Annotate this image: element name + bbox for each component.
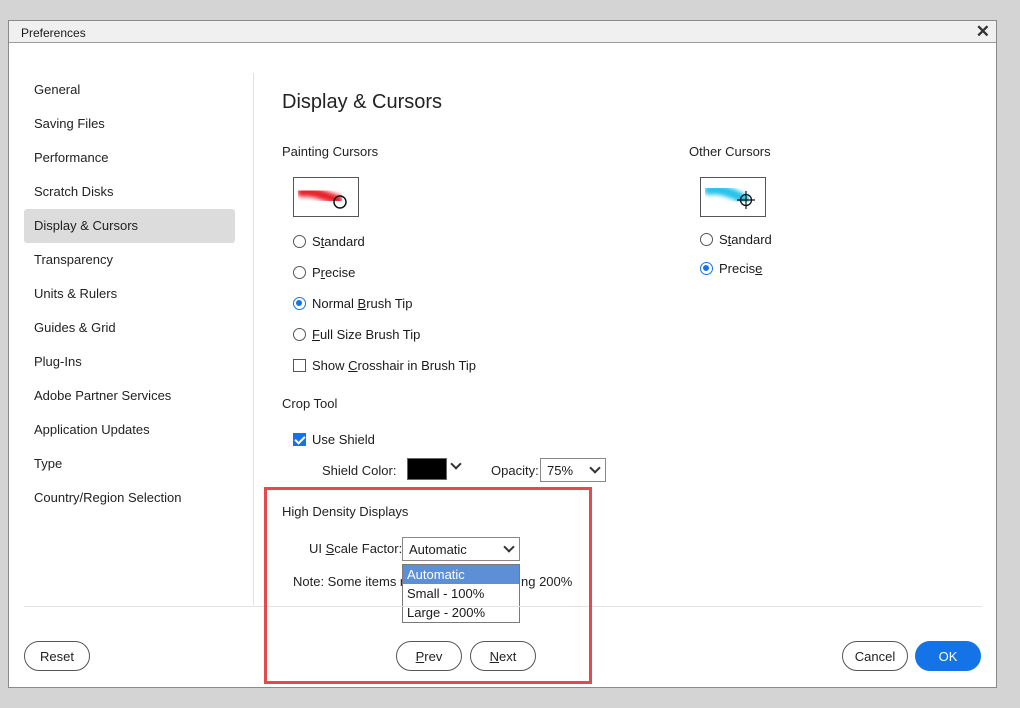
radio-button[interactable] (293, 234, 306, 248)
sidebar-item-saving-files[interactable]: Saving Files (24, 107, 235, 141)
painting-cursor-preview (293, 177, 359, 217)
title-bar: Preferences ✕ (9, 21, 996, 43)
option-label: Precise (312, 264, 356, 280)
shield-color-label: Shield Color: (322, 463, 397, 478)
radio-button-selected[interactable] (293, 296, 306, 310)
radio-button[interactable] (293, 327, 306, 341)
brush-stroke-icon (297, 186, 347, 209)
sidebar-divider (253, 73, 254, 605)
painting-cursors-label: Painting Cursors (282, 144, 379, 159)
option-label: Standard (719, 231, 772, 247)
sidebar-item-guides-grid[interactable]: Guides & Grid (24, 311, 235, 345)
sidebar-nav: General Saving Files Performance Scratch… (24, 73, 235, 515)
other-precise-option[interactable]: Precise (700, 258, 762, 278)
sidebar-item-display-cursors[interactable]: Display & Cursors (24, 209, 235, 243)
option-label: Use Shield (312, 431, 375, 447)
ok-button[interactable]: OK (915, 641, 981, 671)
sidebar-item-transparency[interactable]: Transparency (24, 243, 235, 277)
checkbox-checked[interactable] (293, 432, 306, 446)
sidebar-item-country-region[interactable]: Country/Region Selection (24, 481, 235, 515)
option-label: Standard (312, 233, 365, 249)
radio-button[interactable] (700, 232, 713, 246)
chevron-down-icon[interactable] (450, 458, 462, 470)
sidebar-item-type[interactable]: Type (24, 447, 235, 481)
chevron-down-icon (589, 462, 601, 474)
show-crosshair-option[interactable]: Show Crosshair in Brush Tip (293, 355, 476, 375)
crosshair-stroke-icon (704, 184, 755, 209)
radio-button-selected[interactable] (700, 261, 713, 275)
other-standard-option[interactable]: Standard (700, 229, 772, 249)
use-shield-option[interactable]: Use Shield (293, 429, 375, 449)
sidebar-item-application-updates[interactable]: Application Updates (24, 413, 235, 447)
option-label: Full Size Brush Tip (312, 326, 421, 342)
opacity-select[interactable]: 75% (540, 458, 606, 482)
sidebar-item-performance[interactable]: Performance (24, 141, 235, 175)
highlight-box (264, 487, 592, 684)
painting-normal-brush-tip-option[interactable]: Normal Brush Tip (293, 293, 412, 313)
sidebar-item-general[interactable]: General (24, 73, 235, 107)
checkbox[interactable] (293, 358, 306, 372)
radio-button[interactable] (293, 265, 306, 279)
painting-full-size-brush-tip-option[interactable]: Full Size Brush Tip (293, 324, 420, 344)
reset-button[interactable]: Reset (24, 641, 90, 671)
sidebar-item-plug-ins[interactable]: Plug-Ins (24, 345, 235, 379)
close-icon[interactable]: ✕ (976, 22, 990, 42)
page-title: Display & Cursors (282, 91, 443, 113)
shield-color-swatch[interactable] (407, 458, 447, 480)
window-title: Preferences (21, 26, 86, 40)
opacity-label: Opacity: (491, 463, 539, 478)
painting-precise-option[interactable]: Precise (293, 262, 355, 282)
sidebar-item-scratch-disks[interactable]: Scratch Disks (24, 175, 235, 209)
option-label: Normal Brush Tip (312, 295, 413, 311)
sidebar-item-units-rulers[interactable]: Units & Rulers (24, 277, 235, 311)
other-cursor-preview (700, 177, 766, 217)
painting-standard-option[interactable]: Standard (293, 231, 365, 251)
opacity-value: 75% (547, 462, 574, 478)
other-cursors-label: Other Cursors (689, 144, 771, 159)
crop-tool-label: Crop Tool (282, 396, 338, 411)
option-label: Show Crosshair in Brush Tip (312, 357, 477, 373)
option-label: Precise (719, 260, 763, 276)
cancel-button[interactable]: Cancel (842, 641, 908, 671)
sidebar-item-adobe-partner-services[interactable]: Adobe Partner Services (24, 379, 235, 413)
